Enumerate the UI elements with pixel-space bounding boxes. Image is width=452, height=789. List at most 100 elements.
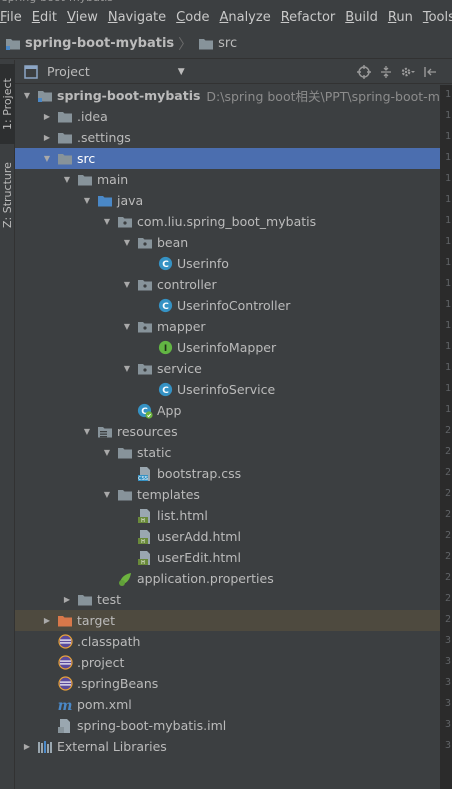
tree-row[interactable]: HuserEdit.html — [15, 547, 440, 568]
gutter-line-number: 2 — [445, 530, 452, 541]
view-dropdown-icon[interactable]: ▼ — [178, 67, 185, 77]
collapsed-arrow-icon[interactable]: ▶ — [61, 589, 73, 610]
tree-row[interactable]: I UserinfoMapper — [15, 337, 440, 358]
tree-row[interactable]: ▶ .settings — [15, 127, 440, 148]
package-icon — [117, 214, 133, 230]
window-title: spring-boot-mybatis — [2, 0, 113, 4]
svg-text:C: C — [162, 386, 169, 396]
gutter-line-number: 2 — [445, 593, 452, 604]
hide-panel-icon[interactable] — [422, 64, 438, 80]
menu-analyze[interactable]: Analyze — [219, 10, 275, 25]
menu-view[interactable]: View — [67, 10, 103, 25]
tree-row[interactable]: ▼ src — [15, 148, 440, 169]
tree-row[interactable]: ▶ target — [15, 610, 440, 631]
maven-file-icon: m — [57, 697, 73, 713]
tree-row[interactable]: HuserAdd.html — [15, 526, 440, 547]
expanded-arrow-icon[interactable]: ▼ — [81, 190, 93, 211]
expanded-arrow-icon[interactable]: ▼ — [121, 232, 133, 253]
collapse-all-icon[interactable] — [378, 64, 394, 80]
tab-project[interactable]: 1: Project — [0, 64, 15, 144]
tree-row[interactable]: CSS bootstrap.css — [15, 463, 440, 484]
tree-row[interactable]: ▼ controller — [15, 274, 440, 295]
expanded-arrow-icon[interactable]: ▼ — [101, 211, 113, 232]
settings-gear-icon[interactable] — [400, 64, 416, 80]
expanded-arrow-icon[interactable]: ▼ — [41, 148, 53, 169]
expanded-arrow-icon[interactable]: ▼ — [121, 274, 133, 295]
tree-row[interactable]: C UserinfoService — [15, 379, 440, 400]
menu-run[interactable]: Run — [388, 10, 418, 25]
menu-refactor[interactable]: Refactor — [281, 10, 341, 25]
menu-navigate[interactable]: Navigate — [108, 10, 171, 25]
tree-row[interactable]: .classpath — [15, 631, 440, 652]
collapsed-arrow-icon[interactable]: ▶ — [21, 736, 33, 757]
tree-row[interactable]: C UserinfoController — [15, 295, 440, 316]
breadcrumb-folder[interactable]: src — [198, 36, 237, 52]
expanded-arrow-icon[interactable]: ▼ — [101, 484, 113, 505]
expanded-arrow-icon[interactable]: ▼ — [101, 442, 113, 463]
tree-row[interactable]: spring-boot-mybatis.iml — [15, 715, 440, 736]
arrow-spacer — [141, 295, 153, 316]
libraries-icon — [37, 739, 53, 755]
arrow-spacer — [121, 547, 133, 568]
tree-row[interactable]: ▼ main — [15, 169, 440, 190]
tree-row[interactable]: .springBeans — [15, 673, 440, 694]
menu-build[interactable]: Build — [345, 10, 383, 25]
eclipse-file-icon — [57, 655, 73, 671]
gutter-line-number: 1 — [445, 257, 452, 268]
editor-gutter: 1 1 1 1 1 1 1 1 1 1 1 1 1 1 1 1 2 2 2 2 2 2 2 2 2 2 3 3 3 3 3 3 — [440, 85, 452, 789]
excluded-folder-icon — [57, 613, 73, 629]
tree-row[interactable]: ▼ resources — [15, 421, 440, 442]
tab-project-label: 1: Project — [1, 78, 14, 130]
expanded-arrow-icon[interactable]: ▼ — [61, 169, 73, 190]
tree-row[interactable]: ▶ test — [15, 589, 440, 610]
menu-file[interactable]: File — [0, 10, 27, 25]
tree-row[interactable]: Hlist.html — [15, 505, 440, 526]
tree-row[interactable]: C App — [15, 400, 440, 421]
gutter-line-number: 2 — [445, 551, 452, 562]
tree-row[interactable]: ▶ External Libraries — [15, 736, 440, 757]
gutter-line-number: 3 — [445, 719, 452, 730]
breadcrumb-project[interactable]: spring-boot-mybatis — [5, 36, 174, 52]
tree-row[interactable]: m pom.xml — [15, 694, 440, 715]
gutter-line-number: 1 — [445, 131, 452, 142]
tree-row[interactable]: ▼ service — [15, 358, 440, 379]
tree-row-label: com.liu.spring_boot_mybatis — [137, 214, 317, 229]
collapsed-arrow-icon[interactable]: ▶ — [41, 106, 53, 127]
gutter-line-number: 1 — [445, 89, 452, 100]
expanded-arrow-icon[interactable]: ▼ — [121, 316, 133, 337]
tree-row[interactable]: ▼ spring-boot-mybatis D:\spring boot相关\PPT… — [15, 85, 440, 106]
arrow-spacer — [121, 400, 133, 421]
tree-row[interactable]: C Userinfo — [15, 253, 440, 274]
tree-row[interactable]: application.properties — [15, 568, 440, 589]
tree-row[interactable]: ▼ mapper — [15, 316, 440, 337]
menu-code[interactable]: Code — [176, 10, 214, 25]
tree-row-label: .classpath — [77, 634, 141, 649]
arrow-spacer — [121, 526, 133, 547]
gutter-line-number: 1 — [445, 110, 452, 121]
tree-row-label: resources — [117, 424, 178, 439]
tree-row[interactable]: ▼ templates — [15, 484, 440, 505]
tree-row[interactable]: ▶ .idea — [15, 106, 440, 127]
tree-row[interactable]: ▼ bean — [15, 232, 440, 253]
locate-icon[interactable] — [356, 64, 372, 80]
package-icon — [137, 361, 153, 377]
expanded-arrow-icon[interactable]: ▼ — [121, 358, 133, 379]
collapsed-arrow-icon[interactable]: ▶ — [41, 127, 53, 148]
tree-row-label: UserinfoMapper — [177, 340, 277, 355]
expanded-arrow-icon[interactable]: ▼ — [21, 85, 33, 106]
tree-row[interactable]: ▼ com.liu.spring_boot_mybatis — [15, 211, 440, 232]
collapsed-arrow-icon[interactable]: ▶ — [41, 610, 53, 631]
gutter-line-number: 1 — [445, 236, 452, 247]
gutter-line-number: 1 — [445, 299, 452, 310]
folder-icon — [77, 592, 93, 608]
tree-row[interactable]: .project — [15, 652, 440, 673]
expanded-arrow-icon[interactable]: ▼ — [81, 421, 93, 442]
menu-edit[interactable]: Edit — [32, 10, 62, 25]
navigation-bar: spring-boot-mybatis 〉 src — [0, 29, 452, 59]
tree-row[interactable]: ▼ static — [15, 442, 440, 463]
tab-structure[interactable]: Z: Structure — [0, 152, 15, 238]
arrow-spacer — [121, 505, 133, 526]
tree-row-label: test — [97, 592, 122, 607]
tree-row[interactable]: ▼ java — [15, 190, 440, 211]
menu-tools[interactable]: Tools — [423, 10, 452, 25]
